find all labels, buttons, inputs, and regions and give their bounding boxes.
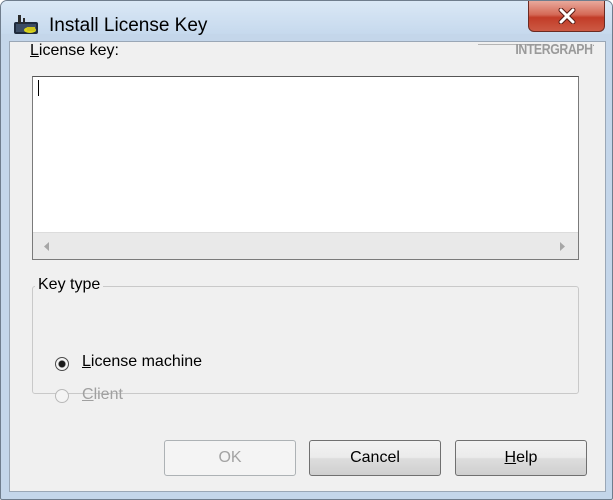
license-machine-label-text: icense machine xyxy=(90,353,203,370)
logo-text: INTERGRAPH· xyxy=(514,41,594,58)
client-radio[interactable] xyxy=(55,389,69,403)
license-machine-label[interactable]: License machine xyxy=(82,353,202,371)
close-icon xyxy=(558,8,576,24)
help-mnemonic: H xyxy=(504,449,517,466)
cancel-button[interactable]: Cancel xyxy=(309,440,441,476)
title-bar[interactable]: Install License Key xyxy=(1,1,612,36)
key-type-group xyxy=(32,286,579,394)
license-machine-radio[interactable] xyxy=(55,357,69,371)
license-key-label: License key: xyxy=(30,42,119,60)
license-key-input[interactable] xyxy=(32,76,579,260)
horizontal-scrollbar[interactable] xyxy=(33,232,578,259)
scroll-right-icon[interactable] xyxy=(559,242,565,251)
client-label[interactable]: Client xyxy=(82,386,123,404)
ok-button[interactable]: OK xyxy=(164,440,296,476)
help-label-text: elp xyxy=(516,449,538,466)
client-mnemonic: C xyxy=(82,386,94,403)
close-button[interactable] xyxy=(528,1,605,32)
license-machine-mnemonic: L xyxy=(82,353,91,370)
scroll-left-icon[interactable] xyxy=(44,242,50,251)
text-caret xyxy=(38,80,39,96)
help-button[interactable]: Help xyxy=(455,440,587,476)
license-key-label-text: icense key: xyxy=(38,42,119,59)
window-title: Install License Key xyxy=(49,15,208,36)
client-label-text: lient xyxy=(93,386,123,403)
license-key-mnemonic: L xyxy=(30,42,39,59)
key-type-legend: Key type xyxy=(35,276,104,294)
intergraph-logo: INTERGRAPH· xyxy=(470,35,600,61)
app-icon xyxy=(14,15,38,34)
